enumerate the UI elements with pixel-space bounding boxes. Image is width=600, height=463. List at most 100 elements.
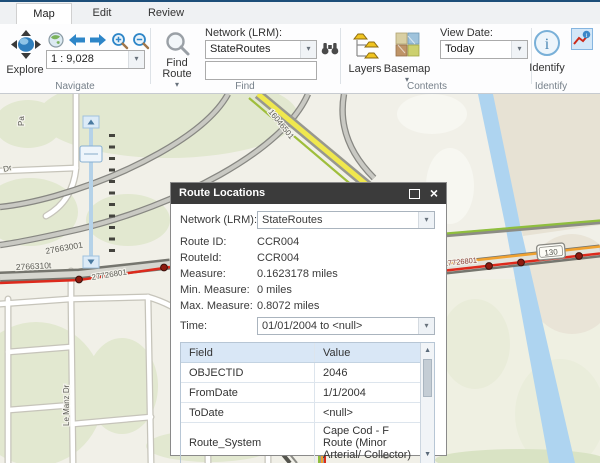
time-value: 01/01/2004 to <null> — [262, 319, 363, 332]
zoom-in-icon — [112, 33, 129, 50]
column-header-field: Field — [181, 343, 315, 363]
network-lrm-label: Network (LRM): — [205, 27, 283, 39]
attribute-table: Field Value OBJECTID 2046 FromDate 1/1/2… — [181, 343, 421, 463]
network-lrm-combo[interactable]: StateRoutes ▾ — [205, 40, 317, 59]
tab-review[interactable]: Review — [134, 3, 198, 24]
field-value: CCR004 — [257, 236, 300, 248]
field-row-min-measure: Min. Measure: 0 miles — [180, 282, 435, 298]
field-value: 0.8072 miles — [257, 300, 320, 312]
app-window: Map Edit Review Explore 1: 9,028 ▾ Navi… — [0, 0, 600, 463]
field-label: Max. Measure: — [180, 300, 253, 312]
attribute-table-wrap: Field Value OBJECTID 2046 FromDate 1/1/2… — [180, 342, 435, 463]
table-row[interactable]: OBJECTID 2046 — [181, 362, 421, 383]
cell-field: OBJECTID — [181, 362, 315, 383]
zoom-out-icon — [133, 33, 150, 50]
field-row-route-id: Route ID: CCR004 — [180, 234, 435, 250]
basemap-icon — [395, 32, 419, 57]
basemap-button[interactable] — [394, 32, 420, 60]
view-date-value: Today — [445, 43, 475, 55]
field-row-routeid: RouteId: CCR004 — [180, 250, 435, 266]
field-label: RouteId: — [180, 252, 222, 264]
chevron-down-icon[interactable]: ▾ — [128, 51, 144, 68]
full-extent-button[interactable] — [48, 32, 64, 51]
cell-field: Route_System — [181, 422, 315, 463]
next-extent-button[interactable] — [89, 33, 107, 50]
maximize-icon[interactable] — [409, 189, 420, 199]
find-route-icon — [165, 32, 189, 56]
explore-button[interactable] — [8, 29, 44, 64]
group-separator — [340, 28, 341, 84]
route-vertex — [75, 275, 83, 284]
route-input[interactable] — [205, 61, 317, 80]
network-lrm-value: StateRoutes — [210, 43, 271, 55]
layers-icon — [352, 33, 380, 59]
group-separator — [150, 28, 151, 84]
cell-field: ToDate — [181, 402, 315, 423]
field-value: CCR004 — [257, 252, 300, 264]
cell-value: 2046 — [314, 362, 421, 383]
binoculars-icon — [321, 43, 339, 55]
network-combo[interactable]: StateRoutes ▾ — [257, 210, 435, 229]
table-row[interactable]: ToDate <null> — [181, 402, 421, 423]
network-label: Network (LRM): — [180, 213, 258, 226]
map-label-street-pa: Pa — [17, 116, 26, 126]
explore-button-label: Explore — [6, 64, 44, 76]
field-value: 0.1623178 miles — [257, 268, 338, 280]
route-locations-dialog: Route Locations × Network (LRM): StateRo… — [170, 182, 447, 463]
table-row[interactable]: Route_System Cape Cod - F Route (Minor A… — [181, 422, 421, 463]
time-row: Time: 01/01/2004 to <null> ▾ — [180, 316, 435, 335]
scrollbar-thumb[interactable] — [423, 359, 432, 397]
previous-extent-button[interactable] — [68, 33, 86, 50]
chevron-down-icon[interactable]: ▾ — [418, 317, 434, 334]
dialog-title: Route Locations — [179, 187, 266, 199]
cell-field: FromDate — [181, 382, 315, 403]
identify-icon: i — [534, 30, 560, 56]
dialog-title-bar[interactable]: Route Locations × — [171, 183, 446, 204]
cell-value: Cape Cod - F Route (Minor Arterial/ Coll… — [314, 422, 421, 463]
search-routes-button[interactable] — [321, 41, 339, 59]
field-label: Measure: — [180, 268, 226, 280]
view-date-combo[interactable]: Today ▾ — [440, 40, 528, 59]
view-date-label: View Date: — [440, 27, 493, 39]
back-arrow-icon — [69, 34, 85, 46]
identify-route-locations-tool[interactable]: i — [571, 28, 593, 50]
route-vertex — [517, 258, 525, 267]
map-label-road-2: 2766310t — [16, 260, 53, 272]
table-scrollbar[interactable]: ▲ ▼ — [420, 343, 434, 463]
time-combo[interactable]: 01/01/2004 to <null> ▾ — [257, 316, 435, 335]
tab-map[interactable]: Map — [16, 3, 72, 25]
route-vertex — [575, 252, 583, 260]
scroll-down-icon[interactable]: ▼ — [421, 449, 434, 461]
field-row-max-measure: Max. Measure: 0.8072 miles — [180, 298, 435, 314]
route-vertex — [160, 263, 168, 272]
group-separator — [531, 28, 532, 84]
find-route-label-line2: Route — [162, 68, 192, 80]
ribbon: Explore 1: 9,028 ▾ Navigate Find Route … — [0, 24, 600, 94]
basemap-button-label: Basemap — [383, 63, 431, 75]
time-label: Time: — [180, 319, 208, 332]
column-header-value: Value — [314, 343, 421, 363]
close-icon[interactable]: × — [430, 183, 438, 204]
forward-arrow-icon — [90, 34, 106, 46]
svg-text:i: i — [545, 36, 550, 53]
map-scale-combo[interactable]: 1 : 9,028 ▾ — [46, 50, 145, 69]
table-row[interactable]: FromDate 1/1/2004 — [181, 382, 421, 403]
group-label-find: Find — [235, 81, 255, 92]
dialog-body: Network (LRM): StateRoutes ▾ Route ID: C… — [171, 204, 446, 463]
ribbon-tab-bar: Map Edit Review — [0, 0, 600, 25]
chevron-down-icon[interactable]: ▾ — [418, 211, 434, 228]
route-vertex — [485, 262, 493, 270]
tab-edit[interactable]: Edit — [76, 3, 128, 24]
table-header-row: Field Value — [181, 343, 421, 363]
chevron-down-icon[interactable]: ▾ — [157, 80, 197, 89]
group-label-identify: Identify — [534, 81, 568, 92]
network-value: StateRoutes — [262, 213, 323, 226]
chevron-down-icon[interactable]: ▾ — [300, 41, 316, 58]
layers-button[interactable] — [352, 32, 380, 63]
scroll-up-icon[interactable]: ▲ — [421, 345, 434, 357]
identify-button[interactable]: i — [533, 29, 561, 60]
field-value: 0 miles — [257, 284, 292, 296]
map-label-street-lemanz: Le Manz Dr — [62, 384, 71, 426]
field-label: Min. Measure: — [180, 284, 250, 296]
chevron-down-icon[interactable]: ▾ — [511, 41, 527, 58]
